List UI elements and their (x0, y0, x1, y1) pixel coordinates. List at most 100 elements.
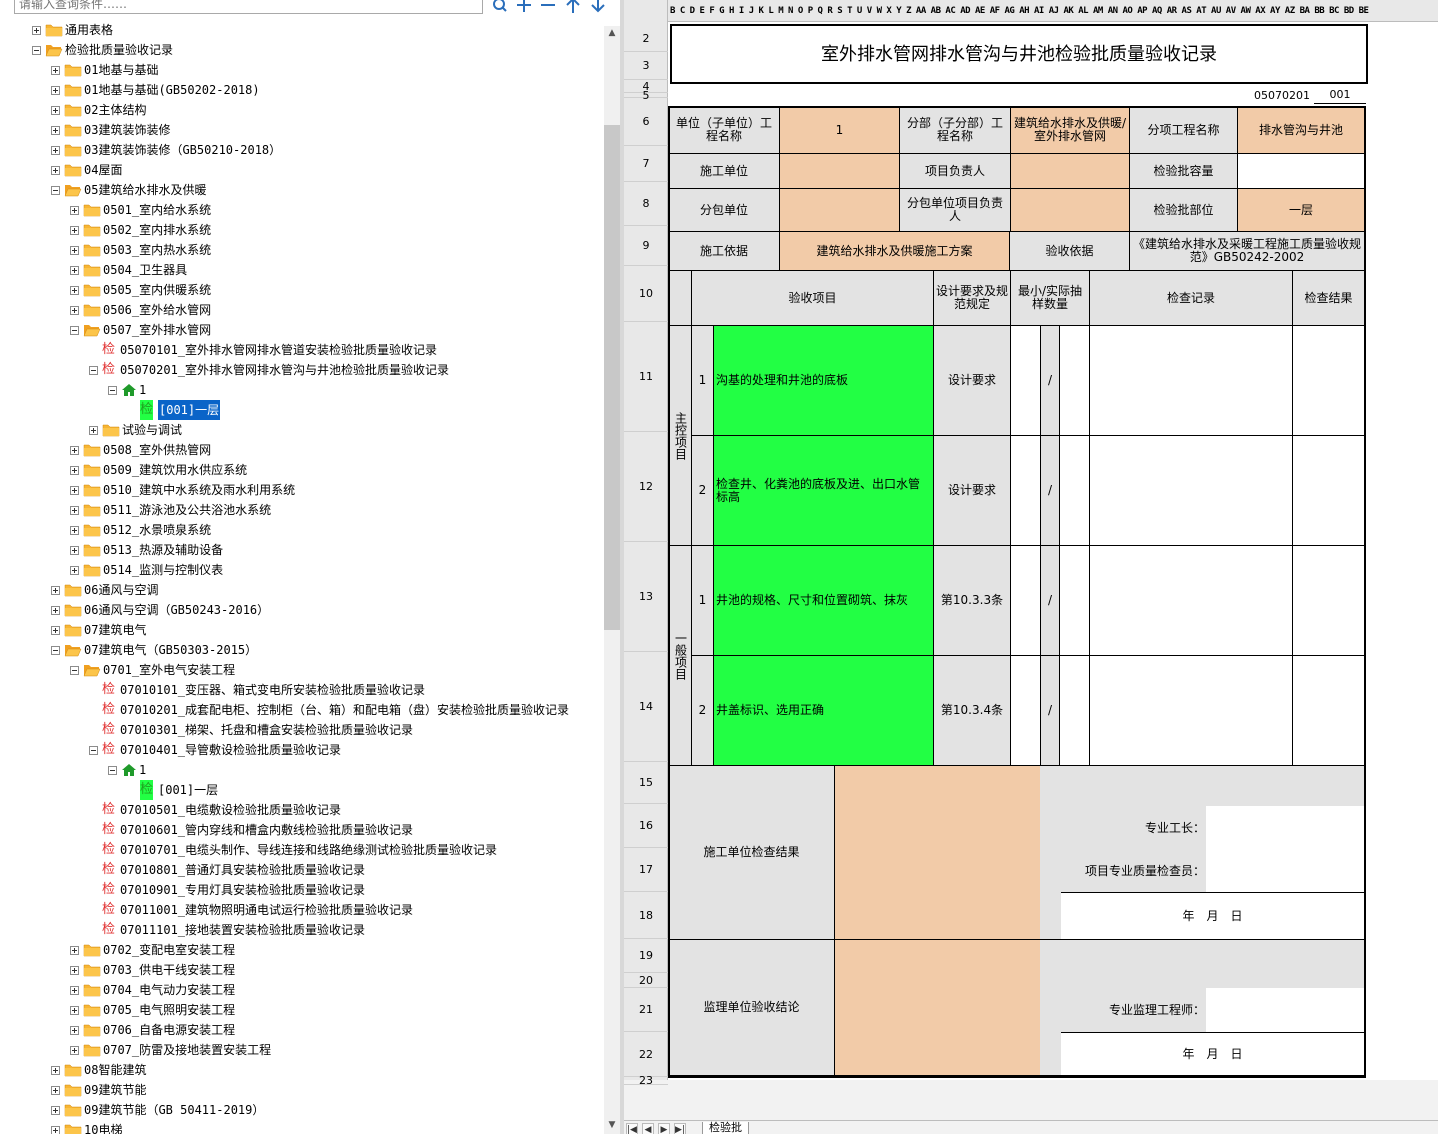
tree-node-label[interactable]: 0505_室内供暖系统 (103, 280, 211, 300)
add-icon[interactable] (514, 0, 534, 15)
collapse-icon[interactable] (32, 46, 41, 55)
expand-icon[interactable] (70, 226, 79, 235)
collapse-icon[interactable] (108, 386, 117, 395)
tree-node-label[interactable]: 0513_热源及辅助设备 (103, 540, 223, 560)
move-down-icon[interactable] (588, 0, 608, 15)
row-number[interactable]: 2 (624, 26, 668, 52)
tree-node-label[interactable]: 1 (139, 760, 146, 780)
remove-icon[interactable] (538, 0, 558, 15)
tree-node-label[interactable]: 09建筑节能（GB 50411-2019） (84, 1100, 264, 1120)
expand-icon[interactable] (70, 946, 79, 955)
tree-node-label[interactable]: 02主体结构 (84, 100, 146, 120)
search-input[interactable] (14, 0, 483, 14)
row-number[interactable]: 14 (624, 652, 668, 762)
row-number[interactable]: 6 (624, 98, 668, 146)
collapse-icon[interactable] (51, 646, 60, 655)
tree-node-label[interactable]: 0512_水景喷泉系统 (103, 520, 211, 540)
expand-icon[interactable] (51, 1086, 60, 1095)
item-record[interactable] (1089, 325, 1293, 436)
row-number[interactable]: 22 (624, 1032, 668, 1077)
expand-icon[interactable] (51, 586, 60, 595)
next-sheet-icon[interactable]: ▶ (658, 1123, 670, 1134)
tree-node-label[interactable]: 0703_供电干线安装工程 (103, 960, 235, 980)
sheet-corner[interactable] (624, 0, 668, 22)
item-result[interactable] (1292, 325, 1365, 436)
tree-node-label[interactable]: 通用表格 (65, 20, 113, 40)
tree-node-label[interactable]: 08智能建筑 (84, 1060, 146, 1080)
search-icon[interactable] (490, 0, 510, 15)
tree-node-label[interactable]: 10电梯 (84, 1120, 122, 1134)
collapse-icon[interactable] (51, 186, 60, 195)
tree-node-label[interactable]: 03建筑装饰装修（GB50210-2018） (84, 140, 281, 160)
inspector-value[interactable] (1206, 849, 1365, 893)
tree-node-label[interactable]: 01地基与基础 (84, 60, 158, 80)
expand-icon[interactable] (32, 26, 41, 35)
tree-node-label[interactable]: 0508_室外供热管网 (103, 440, 211, 460)
tree-node-label[interactable]: [001]一层 (158, 400, 221, 420)
tree-node-label[interactable]: 07011101_接地装置安装检验批质量验收记录 (120, 920, 365, 940)
tree-node-label[interactable]: 0507_室外排水管网 (103, 320, 211, 340)
row-number[interactable]: 23 (624, 1074, 668, 1087)
prev-sheet-icon[interactable]: ◀ (642, 1123, 654, 1134)
expand-icon[interactable] (51, 606, 60, 615)
row-number[interactable]: 15 (624, 762, 668, 804)
expand-icon[interactable] (70, 966, 79, 975)
tree-node-label[interactable]: 07010301_梯架、托盘和槽盒安装检验批质量验收记录 (120, 720, 413, 740)
tree-node-label[interactable]: [001]一层 (158, 780, 218, 800)
row-number[interactable]: 13 (624, 542, 668, 652)
row-number[interactable]: 18 (624, 892, 668, 939)
expand-icon[interactable] (70, 566, 79, 575)
tree-node-label[interactable]: 0707_防雷及接地装置安装工程 (103, 1040, 271, 1060)
tree-node-label[interactable]: 0501_室内给水系统 (103, 200, 211, 220)
row-number[interactable]: 3 (624, 52, 668, 80)
item-sample-actual[interactable] (1059, 435, 1090, 546)
tree-node-label[interactable]: 0502_室内排水系统 (103, 220, 211, 240)
column-letters[interactable]: B C D E F G H I J K L M N O P Q R S T U … (670, 3, 1370, 19)
item-sample-min[interactable] (1010, 325, 1041, 436)
expand-icon[interactable] (51, 626, 60, 635)
first-sheet-icon[interactable]: |◀ (626, 1123, 638, 1134)
move-up-icon[interactable] (563, 0, 583, 15)
tree-node-label[interactable]: 01地基与基础(GB50202-2018) (84, 80, 260, 100)
row-number[interactable]: 20 (624, 973, 668, 988)
tree-node-label[interactable]: 06通风与空调（GB50243-2016） (84, 600, 269, 620)
item-record[interactable] (1089, 545, 1293, 656)
item-sample-actual[interactable] (1059, 325, 1090, 436)
row-number[interactable]: 8 (624, 182, 668, 226)
collapse-icon[interactable] (108, 766, 117, 775)
tree-node-label[interactable]: 07011001_建筑物照明通电试运行检验批质量验收记录 (120, 900, 413, 920)
row-number[interactable]: 10 (624, 266, 668, 322)
scroll-up-arrow-icon[interactable]: ▲ (604, 26, 620, 40)
expand-icon[interactable] (70, 546, 79, 555)
item-result[interactable] (1292, 655, 1365, 766)
row-number[interactable]: 12 (624, 432, 668, 542)
tree-node-label[interactable]: 检验批质量验收记录 (65, 40, 173, 60)
tree-node-label[interactable]: 0701_室外电气安装工程 (103, 660, 235, 680)
tree-node-label[interactable]: 0705_电气照明安装工程 (103, 1000, 235, 1020)
expand-icon[interactable] (70, 306, 79, 315)
expand-icon[interactable] (51, 66, 60, 75)
item-record[interactable] (1089, 655, 1293, 766)
sheet-tab-inspection[interactable]: 检验批 (702, 1122, 749, 1134)
capacity-value[interactable] (1237, 153, 1365, 189)
tree-node-label[interactable]: 07010901_专用灯具安装检验批质量验收记录 (120, 880, 365, 900)
expand-icon[interactable] (70, 286, 79, 295)
tree-node-label[interactable]: 07010201_成套配电柜、控制柜（台、箱）和配电箱（盘）安装检验批质量验收记… (120, 700, 569, 720)
expand-icon[interactable] (51, 1066, 60, 1075)
row-number[interactable]: 21 (624, 988, 668, 1032)
expand-icon[interactable] (51, 146, 60, 155)
row-number[interactable]: 17 (624, 848, 668, 892)
tree-node-label[interactable]: 07010601_管内穿线和槽盒内敷线检验批质量验收记录 (120, 820, 413, 840)
tree-node-label[interactable]: 05070201_室外排水管网排水管沟与井池检验批质量验收记录 (120, 360, 449, 380)
tree-node-label[interactable]: 04屋面 (84, 160, 122, 180)
constructor-date[interactable]: 年 月 日 (1061, 892, 1365, 940)
expand-icon[interactable] (51, 126, 60, 135)
expand-icon[interactable] (70, 266, 79, 275)
expand-icon[interactable] (70, 506, 79, 515)
tree-scrollbar-thumb[interactable] (604, 125, 620, 630)
tree-node-label[interactable]: 06通风与空调 (84, 580, 158, 600)
tree-node-label[interactable]: 0514_监测与控制仪表 (103, 560, 223, 580)
row-number[interactable]: 19 (624, 939, 668, 973)
collapse-icon[interactable] (70, 666, 79, 675)
tree-node-label[interactable]: 07建筑电气（GB50303-2015） (84, 640, 257, 660)
